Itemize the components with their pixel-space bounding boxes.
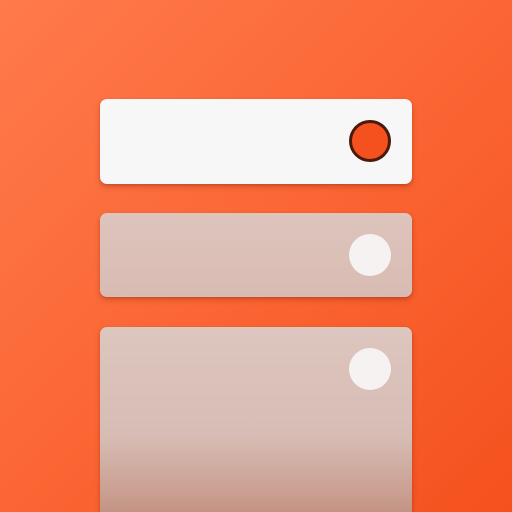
circle-toggle-icon [349, 348, 391, 390]
card-bottom [100, 327, 412, 512]
card-top [100, 99, 412, 184]
ring-toggle-icon [349, 120, 391, 162]
circle-toggle-icon [349, 234, 391, 276]
card-middle [100, 213, 412, 297]
app-icon-background [0, 0, 512, 512]
